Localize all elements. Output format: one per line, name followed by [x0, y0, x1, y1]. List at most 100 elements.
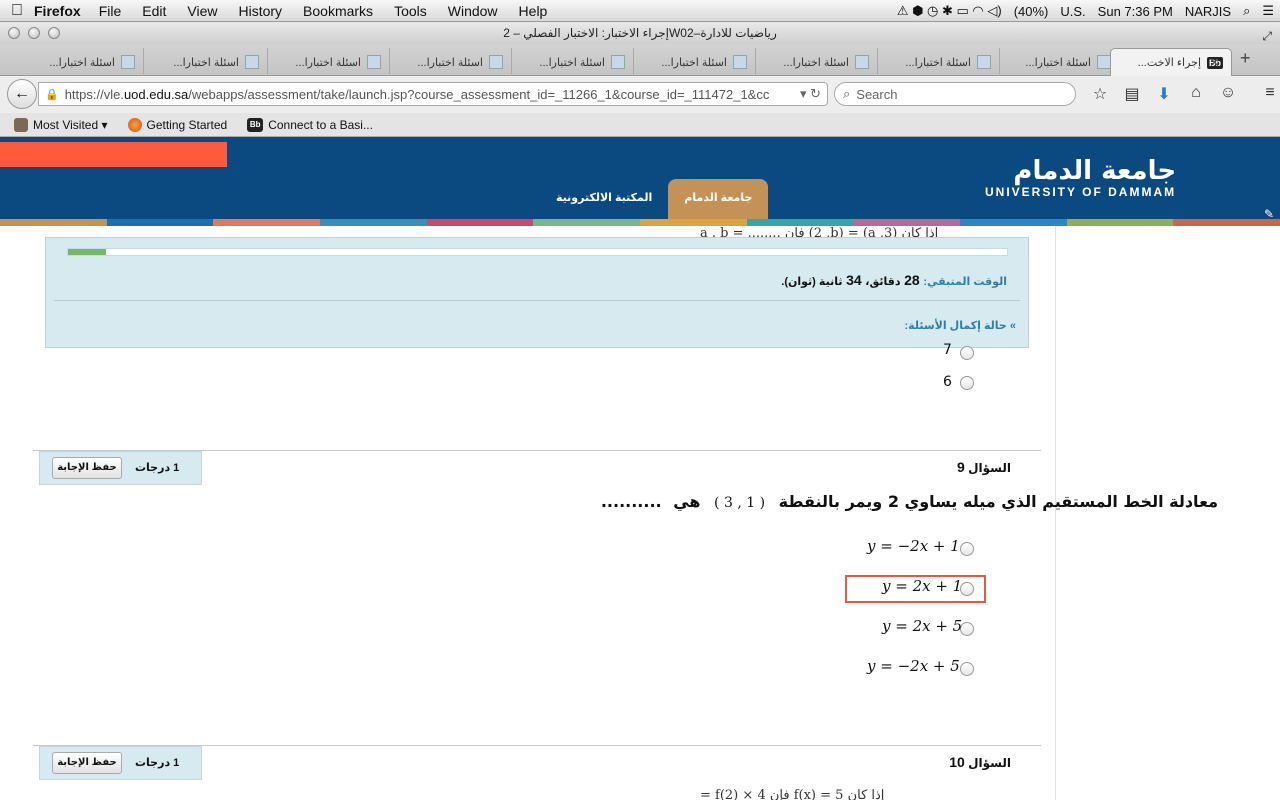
assessment-content: إذا كان (a ,3) = (2 ,b) فإن ........ = a…	[0, 226, 1280, 800]
answer-option-label: y = −2x + 5	[867, 657, 960, 675]
chat-icon[interactable]: ☺	[1212, 84, 1244, 104]
menu-icon[interactable]: ≡	[1254, 84, 1280, 104]
menu-help[interactable]: Help	[519, 3, 548, 19]
decorative-color-bar	[0, 219, 1280, 226]
bookmarks-list-icon[interactable]: ▤	[1116, 84, 1148, 104]
tab-label: اسئلة اختبارا...	[49, 56, 115, 69]
save-answer-button[interactable]: حفظ الإجابة	[52, 752, 122, 774]
answer-option-label: y = −2x + 1	[867, 537, 960, 555]
back-button[interactable]: ←	[7, 79, 37, 109]
question-text: معادلة الخط المستقيم الذي ميله يساوي 2 و…	[601, 492, 1218, 511]
browser-tab[interactable]: اسئلة اختبارا...	[756, 48, 878, 76]
question-number: السؤال 10	[949, 754, 1011, 770]
points-box: حفظ الإجابة 1 درجات	[39, 451, 202, 485]
menu-tools[interactable]: Tools	[394, 3, 427, 19]
new-tab-button[interactable]: +	[1240, 48, 1251, 69]
list-icon[interactable]: ☰	[1262, 3, 1274, 19]
menu-view[interactable]: View	[187, 3, 217, 19]
browser-tab[interactable]: اسئلة اختبارا...	[146, 48, 268, 76]
zoom-window-button[interactable]	[48, 27, 60, 39]
color-segment	[853, 219, 961, 226]
status-icons[interactable]: ⚠ ⬢ ◷ ✱ ▭ ◠ ◁)	[897, 3, 1002, 19]
menu-file[interactable]: File	[99, 3, 122, 19]
bookmark-getting-started[interactable]: Getting Started	[127, 117, 227, 132]
answer-radio[interactable]	[960, 376, 974, 390]
blackboard-icon: Bb	[247, 117, 264, 132]
close-tab-icon[interactable]: ✕	[1209, 55, 1220, 71]
browser-tab[interactable]: اسئلة اختبارا...	[634, 48, 756, 76]
window-titlebar: إجراء الاختبار: الاختبار الفصلي – 2W02–ر…	[0, 22, 1280, 44]
browser-tab[interactable]: اسئلة اختبارا...	[878, 48, 1000, 76]
answer-option-label: y = 2x + 5	[882, 617, 963, 635]
time-remaining-label: الوقت المتبقي:	[923, 276, 1007, 288]
color-segment	[213, 219, 321, 226]
downloads-icon[interactable]: ⬇	[1148, 84, 1180, 104]
tab-label: اسئلة اختبارا...	[661, 56, 727, 69]
menu-edit[interactable]: Edit	[142, 3, 166, 19]
folder-icon	[14, 117, 28, 132]
color-segment	[533, 219, 641, 226]
input-source[interactable]: U.S.	[1060, 4, 1085, 19]
browser-tab[interactable]: اسئلة اختبارا...	[268, 48, 390, 76]
color-segment	[640, 219, 747, 226]
right-gutter	[1055, 226, 1280, 800]
user-name[interactable]: NARJIS	[1185, 4, 1231, 19]
page-icon	[245, 55, 259, 69]
page-icon	[1097, 55, 1111, 69]
time-remaining: الوقت المتبقي: 28 دقائق، 34 ثانية (ثوان)…	[781, 272, 1007, 288]
question-header: حفظ الإجابة 1 درجات السؤال 9	[33, 451, 1041, 487]
clock[interactable]: Sun 7:36 PM	[1098, 4, 1173, 19]
bookmark-label: Connect to a Basi...	[268, 117, 373, 132]
browser-tab[interactable]: اسئلة اختبارا...	[512, 48, 634, 76]
answer-option-label: 6	[943, 374, 952, 390]
url-bar[interactable]: 🔒 https://vle.uod.edu.sa/webapps/assessm…	[38, 82, 828, 106]
tab-e-library[interactable]: المكتبة الالكترونية	[540, 179, 668, 219]
firefox-icon	[127, 117, 142, 132]
answer-radio[interactable]	[960, 346, 974, 360]
search-spotlight-icon[interactable]: ⌕	[1243, 3, 1250, 19]
search-icon: ⌕	[843, 86, 851, 101]
page-icon	[855, 55, 869, 69]
tab-label: اسئلة اختبارا...	[783, 56, 849, 69]
minimize-window-button[interactable]	[28, 27, 40, 39]
menu-bookmarks[interactable]: Bookmarks	[303, 3, 373, 19]
tab-university[interactable]: جامعة الدمام	[668, 179, 769, 219]
question-number: السؤال 9	[957, 459, 1011, 475]
home-icon[interactable]: ⌂	[1180, 84, 1212, 104]
apple-menu-icon[interactable]: 	[0, 2, 34, 20]
tab-label: اسئلة اختبارا...	[417, 56, 483, 69]
menu-history[interactable]: History	[238, 3, 282, 19]
minutes-value: 28	[904, 272, 920, 288]
color-segment	[106, 219, 214, 226]
lock-icon[interactable]: 🔒	[45, 88, 59, 101]
time-progress-bar	[67, 248, 1008, 256]
reload-icon[interactable]: ▾ ↻	[794, 86, 827, 102]
search-bar[interactable]: ⌕ Search	[834, 82, 1076, 106]
page-icon	[977, 55, 991, 69]
question-suffix: هي	[673, 492, 701, 511]
question-completion-status[interactable]: » حالة إكمال الأسئلة:	[905, 319, 1016, 332]
question-number-value: 10	[949, 754, 965, 770]
browser-tab[interactable]: اسئلة اختبارا...	[22, 48, 144, 76]
header-tabs: جامعة الدمام المكتبة الالكترونية	[540, 179, 769, 219]
answer-radio[interactable]	[960, 662, 974, 676]
bookmark-connect[interactable]: Bb Connect to a Basi...	[247, 117, 373, 132]
menu-window[interactable]: Window	[448, 3, 498, 19]
browser-tab-active[interactable]: Bb إجراء الاخت... ✕	[1110, 48, 1232, 76]
answer-radio[interactable]	[960, 542, 974, 556]
close-window-button[interactable]	[8, 27, 20, 39]
tab-label: إجراء الاخت...	[1137, 57, 1201, 69]
url-text[interactable]: https://vle.uod.edu.sa/webapps/assessmen…	[65, 87, 794, 102]
battery-indicator[interactable]: (40%)	[1014, 4, 1049, 19]
browser-tab[interactable]: اسئلة اختبارا...	[998, 48, 1120, 76]
bookmark-star-icon[interactable]: ☆	[1084, 84, 1116, 104]
question-blank: ..........	[600, 492, 662, 511]
browser-tab[interactable]: اسئلة اختبارا...	[390, 48, 512, 76]
save-answer-button[interactable]: حفظ الإجابة	[52, 457, 122, 479]
bookmark-most-visited[interactable]: Most Visited ▾	[14, 117, 108, 132]
university-logo: جامعة الدمام UNIVERSITY OF DAMMAM	[985, 157, 1176, 199]
site-header: جامعة الدمام المكتبة الالكترونية جامعة ا…	[0, 137, 1280, 221]
app-menu-firefox[interactable]: Firefox	[34, 3, 81, 19]
page-icon	[489, 55, 503, 69]
page-icon	[121, 55, 135, 69]
